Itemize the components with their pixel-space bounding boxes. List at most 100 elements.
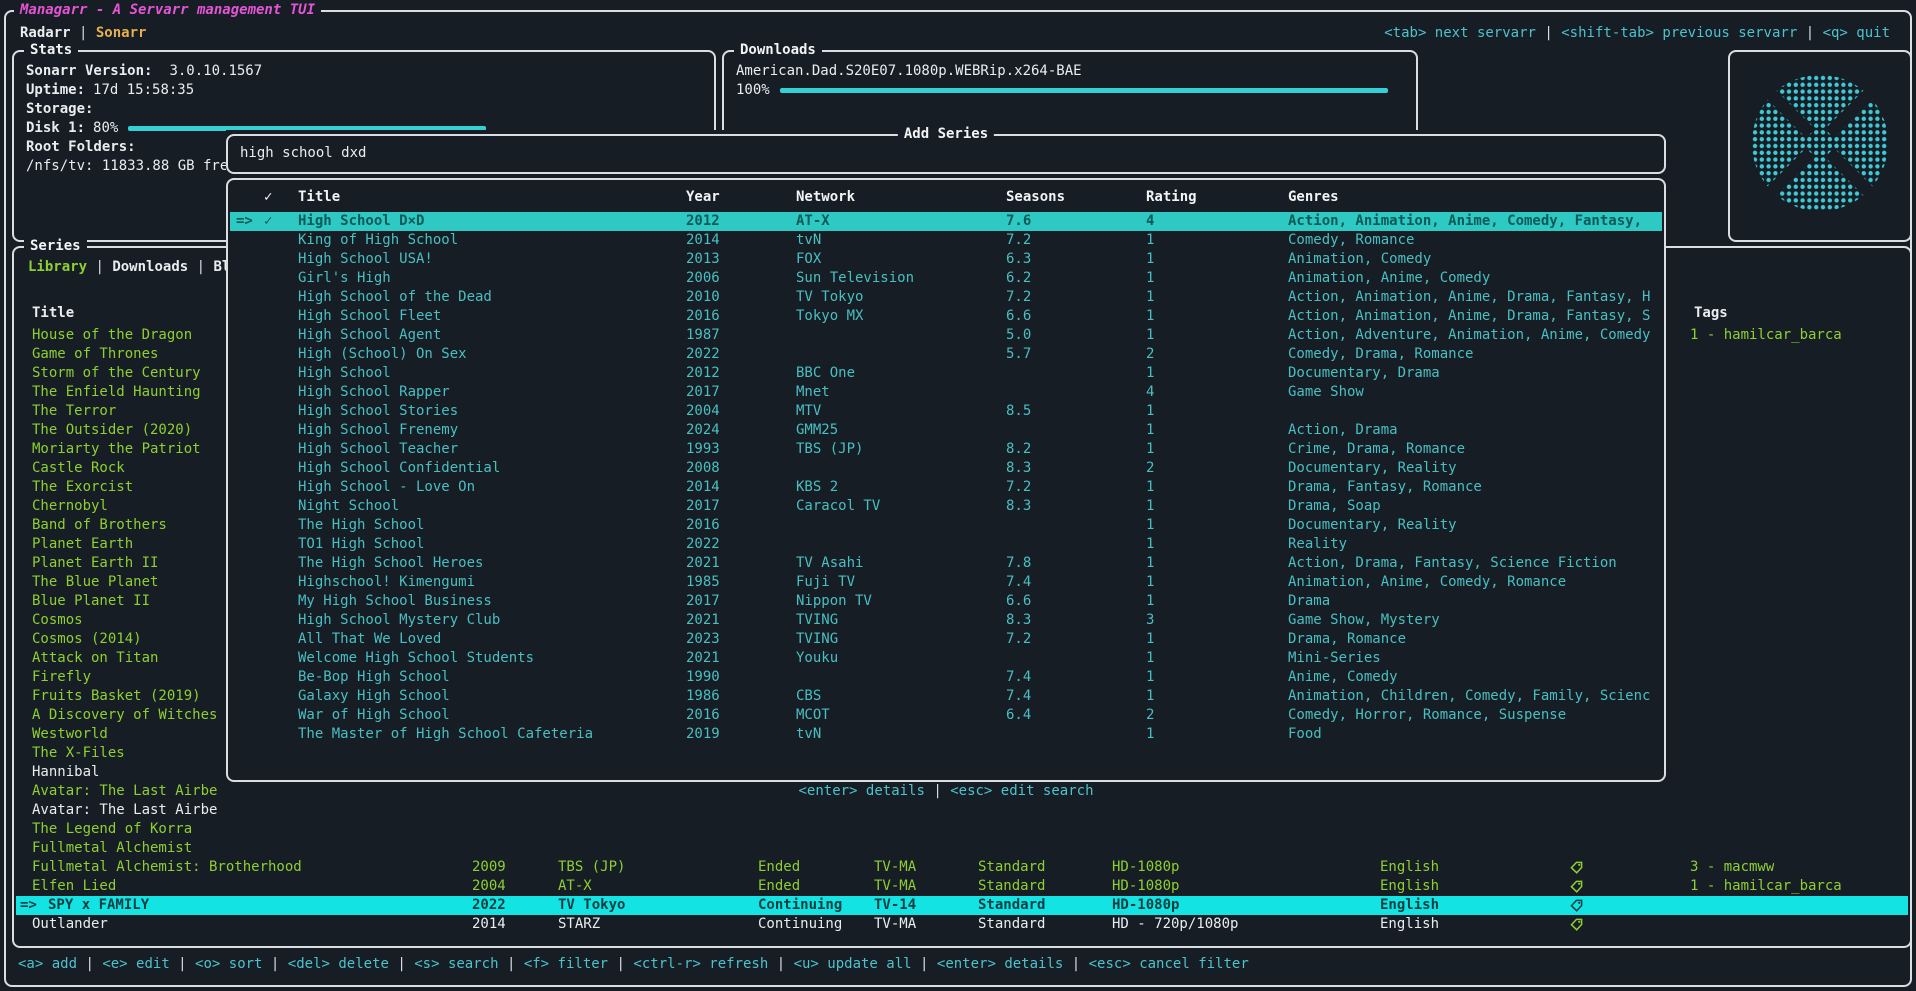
series-row[interactable]: Elfen Lied2004AT-XEndedTV-MAStandardHD-1… [16,877,1908,896]
result-row[interactable]: High School of the Dead2010TV Tokyo7.21A… [230,288,1662,307]
seasons-cell: 6.6 [1006,307,1031,326]
result-row[interactable]: Night School2017Caracol TV8.31Drama, Soa… [230,497,1662,516]
year-cell: 2013 [686,250,720,269]
rating-cell: 1 [1146,326,1154,345]
result-row[interactable]: Be-Bop High School19907.41Anime, Comedy [230,668,1662,687]
title-cell: Fruits Basket (2019) [32,687,201,706]
result-row[interactable]: The High School20161Documentary, Reality [230,516,1662,535]
quality-cell: HD - 720p/1080p [1112,915,1238,934]
year-cell: 2022 [686,535,720,554]
rating-cell: 1 [1146,687,1154,706]
result-row[interactable]: All That We Loved2023TVING7.21Drama, Rom… [230,630,1662,649]
key-hint: <o> sort [195,956,262,972]
genres-cell: Animation, Anime, Comedy, Romance [1288,573,1566,592]
series-row[interactable]: Outlander2014STARZContinuingTV-MAStandar… [16,915,1908,934]
results-header: ✓ Title Year Network Seasons Rating Genr… [230,188,1662,207]
network-cell: Tokyo MX [796,307,863,326]
search-box[interactable]: Add Series high school dxd [226,134,1666,174]
series-row[interactable]: The Legend of Korra [16,820,1908,839]
title-cell: High School Frenemy [298,421,458,440]
result-row[interactable]: The Master of High School Cafeteria2019t… [230,725,1662,744]
title-cell: Welcome High School Students [298,649,534,668]
result-row[interactable]: Highschool! Kimengumi1985Fuji TV7.41Anim… [230,573,1662,592]
network-cell: Youku [796,649,838,668]
year-cell: 2023 [686,630,720,649]
result-row[interactable]: My High School Business2017Nippon TV6.61… [230,592,1662,611]
result-row[interactable]: High School Stories2004MTV8.51 [230,402,1662,421]
result-row[interactable]: High School - Love On2014KBS 27.21Drama,… [230,478,1662,497]
download-percent: 100% [736,82,770,98]
title-cell: King of High School [298,231,458,250]
title-cell: Storm of the Century [32,364,201,383]
year-cell: 2022 [686,345,720,364]
result-row[interactable]: High School Mystery Club2021TVING8.33Gam… [230,611,1662,630]
language-cell: English [1380,896,1439,915]
selection-marker: => [236,212,253,231]
disk-percent: 80% [93,120,118,136]
title-cell: Highschool! Kimengumi [298,573,475,592]
year-cell: 1985 [686,573,720,592]
result-row[interactable]: Girl's High2006Sun Television6.21Animati… [230,269,1662,288]
seasons-cell: 7.2 [1006,231,1031,250]
seasons-cell: 5.0 [1006,326,1031,345]
network-cell: TVING [796,611,838,630]
genres-cell: Food [1288,725,1322,744]
title-cell: High School [298,364,391,383]
series-row[interactable]: Fullmetal Alchemist: Brotherhood2009TBS … [16,858,1908,877]
result-row[interactable]: High School2012BBC One1Documentary, Dram… [230,364,1662,383]
result-row[interactable]: High School USA!2013FOX6.31Animation, Co… [230,250,1662,269]
title-cell: Hannibal [32,763,99,782]
genres-cell: Comedy, Horror, Romance, Suspense [1288,706,1566,725]
network-cell: TV Asahi [796,554,863,573]
version-line: Sonarr Version:3.0.10.1567 [26,62,262,81]
result-row[interactable]: Welcome High School Students2021Youku1Mi… [230,649,1662,668]
series-row[interactable]: Fullmetal Alchemist [16,839,1908,858]
result-row[interactable]: The High School Heroes2021TV Asahi7.81Ac… [230,554,1662,573]
result-row[interactable]: =>✓High School D×D2012AT-X7.64Action, An… [230,212,1662,231]
storage-label: Storage: [26,100,93,119]
genres-cell: Animation, Anime, Comedy [1288,269,1490,288]
result-row[interactable]: High School Agent19875.01Action, Adventu… [230,326,1662,345]
tab-radarr[interactable]: Radarr [20,25,71,41]
bottom-keybindings: <a> add | <e> edit | <o> sort | <del> de… [18,955,1249,974]
result-row[interactable]: High School Fleet2016Tokyo MX6.61Action,… [230,307,1662,326]
rating-cell: 1 [1146,307,1154,326]
separator: | [389,956,414,972]
network-cell: MCOT [796,706,830,725]
title-cell: High School Agent [298,326,441,345]
certification-cell: TV-MA [874,858,916,877]
type-cell: Standard [978,877,1045,896]
certification-cell: TV-MA [874,877,916,896]
result-row[interactable]: High School Confidential20088.32Document… [230,459,1662,478]
result-row[interactable]: King of High School2014tvN7.21Comedy, Ro… [230,231,1662,250]
result-row[interactable]: TO1 High School20221Reality [230,535,1662,554]
seasons-cell: 6.4 [1006,706,1031,725]
title-cell: High School Fleet [298,307,441,326]
network-cell: TVING [796,630,838,649]
result-row[interactable]: War of High School2016MCOT6.42Comedy, Ho… [230,706,1662,725]
year-cell: 2008 [686,459,720,478]
series-row[interactable]: =>SPY x FAMILY2022TV TokyoContinuingTV-1… [16,896,1908,915]
seasons-cell: 7.4 [1006,687,1031,706]
title-cell: High (School) On Sex [298,345,467,364]
key-hint: <del> delete [288,956,389,972]
result-row[interactable]: High School Rapper2017Mnet4Game Show [230,383,1662,402]
disk-label: Disk 1: [26,120,85,136]
result-row[interactable]: Galaxy High School1986CBS7.41Animation, … [230,687,1662,706]
tab-sonarr[interactable]: Sonarr [96,25,147,41]
search-input[interactable]: high school dxd [240,144,366,163]
key-hint: <esc> cancel filter [1089,956,1249,972]
result-row[interactable]: High (School) On Sex20225.72Comedy, Dram… [230,345,1662,364]
key-hint: <tab> next servarr [1384,25,1536,41]
result-row[interactable]: High School Frenemy2024GMM251Action, Dra… [230,421,1662,440]
rating-cell: 1 [1146,725,1154,744]
rating-cell: 1 [1146,592,1154,611]
seasons-cell: 6.3 [1006,250,1031,269]
tags-cell: 1 - hamilcar_barca [1690,326,1842,345]
year-column-header: Year [686,188,720,207]
network-cell: Mnet [796,383,830,402]
title-cell: Fullmetal Alchemist [32,839,192,858]
result-row[interactable]: High School Teacher1993TBS (JP)8.21Crime… [230,440,1662,459]
type-cell: Standard [978,858,1045,877]
top-keybindings: <tab> next servarr | <shift-tab> previou… [1384,24,1890,43]
